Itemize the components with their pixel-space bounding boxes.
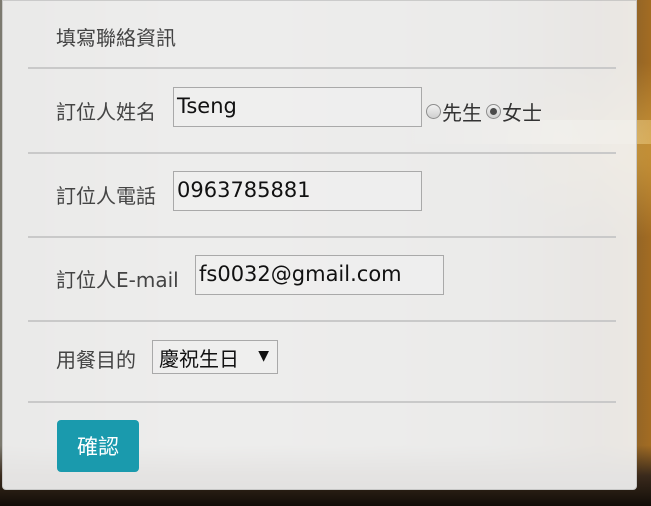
- name-label: 訂位人姓名: [56, 100, 156, 124]
- email-input[interactable]: fs0032@gmail.com: [195, 255, 444, 295]
- email-label: 訂位人E-mail: [56, 268, 179, 292]
- divider: [28, 236, 616, 238]
- divider: [28, 67, 616, 69]
- divider: [28, 320, 616, 322]
- phone-input[interactable]: 0963785881: [173, 171, 422, 211]
- radio-mr-label[interactable]: 先生: [442, 97, 482, 126]
- confirm-button[interactable]: 確認: [57, 420, 139, 472]
- radio-ms[interactable]: [486, 104, 501, 119]
- purpose-select-value: 慶祝生日: [159, 347, 239, 371]
- phone-label: 訂位人電話: [56, 184, 156, 208]
- purpose-select[interactable]: 慶祝生日 ▼: [152, 340, 278, 374]
- dropdown-arrow-icon: ▼: [258, 348, 269, 364]
- divider: [28, 401, 616, 403]
- contact-form-panel: 填寫聯絡資訊 訂位人姓名 Tseng 先生 女士 訂位人電話 096378588…: [2, 0, 637, 490]
- radio-mr[interactable]: [426, 104, 441, 119]
- divider: [28, 152, 616, 154]
- name-input[interactable]: Tseng: [173, 87, 422, 127]
- purpose-label: 用餐目的: [56, 348, 136, 372]
- gender-radio-group: 先生 女士: [426, 97, 542, 126]
- radio-ms-label[interactable]: 女士: [502, 97, 542, 126]
- form-title: 填寫聯絡資訊: [56, 26, 176, 50]
